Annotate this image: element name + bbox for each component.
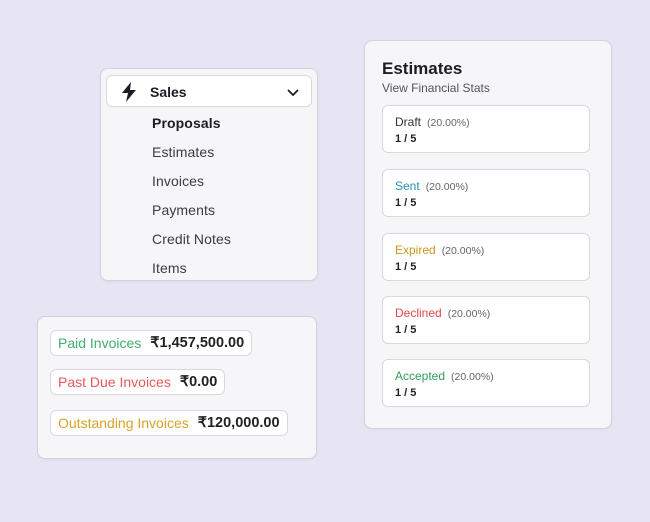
stat-accepted[interactable]: Accepted (20.00%) 1 / 5: [382, 359, 590, 407]
sales-menu-title: Sales: [150, 84, 187, 100]
stat-count: 1 / 5: [395, 261, 417, 273]
menu-item-estimates[interactable]: Estimates: [152, 144, 214, 160]
stat-percent: (20.00%): [447, 308, 491, 320]
stat-count: 1 / 5: [395, 197, 417, 209]
past-due-invoices-label: Past Due Invoices: [58, 374, 171, 390]
stat-name: Sent: [395, 179, 420, 193]
paid-invoices-pill: Paid Invoices ₹1,457,500.00: [50, 330, 253, 356]
stat-percent: (20.00%): [427, 117, 470, 129]
stat-count: 1 / 5: [395, 133, 417, 145]
stat-count: 1 / 5: [395, 387, 417, 399]
lightning-icon: [122, 82, 136, 102]
stat-expired[interactable]: Expired (20.00%) 1 / 5: [382, 233, 590, 281]
stat-declined[interactable]: Declined (20.00%) 1 / 5: [382, 296, 590, 344]
paid-invoices-label: Paid Invoices: [58, 335, 142, 351]
sales-menu: Sales Proposals Estimates Invoices Payme…: [100, 68, 318, 281]
estimates-panel: Estimates View Financial Stats Draft (20.…: [364, 40, 612, 429]
stat-percent: (20.00%): [441, 245, 485, 257]
stat-count: 1 / 5: [395, 324, 417, 336]
stat-percent: (20.00%): [425, 181, 469, 193]
stat-name: Accepted: [395, 369, 446, 383]
past-due-invoices-amount: ₹0.00: [179, 374, 218, 390]
menu-item-credit-notes[interactable]: Credit Notes: [152, 231, 231, 247]
outstanding-invoices-pill: Outstanding Invoices ₹120,000.00: [50, 410, 288, 436]
stat-percent: (20.00%): [451, 371, 494, 383]
menu-item-proposals[interactable]: Proposals: [152, 115, 221, 131]
stat-name: Draft: [395, 115, 422, 129]
outstanding-invoices-amount: ₹120,000.00: [197, 415, 280, 431]
stat-sent[interactable]: Sent (20.00%) 1 / 5: [382, 169, 590, 217]
estimates-title: Estimates: [382, 59, 463, 78]
stat-name: Expired: [395, 243, 436, 257]
menu-item-invoices[interactable]: Invoices: [152, 173, 204, 189]
sales-menu-toggle[interactable]: Sales: [106, 75, 312, 107]
menu-item-items[interactable]: Items: [152, 260, 187, 276]
paid-invoices-amount: ₹1,457,500.00: [150, 335, 245, 351]
stat-draft[interactable]: Draft (20.00%) 1 / 5: [382, 105, 590, 153]
past-due-invoices-pill: Past Due Invoices ₹0.00: [50, 369, 226, 395]
outstanding-invoices-label: Outstanding Invoices: [58, 415, 189, 431]
chevron-down-icon[interactable]: [286, 86, 300, 100]
invoice-summary-card: Paid Invoices ₹1,457,500.00 Past Due Inv…: [37, 316, 317, 459]
stat-name: Declined: [395, 306, 442, 320]
menu-item-payments[interactable]: Payments: [152, 202, 215, 218]
estimates-subtitle: View Financial Stats: [382, 81, 490, 95]
